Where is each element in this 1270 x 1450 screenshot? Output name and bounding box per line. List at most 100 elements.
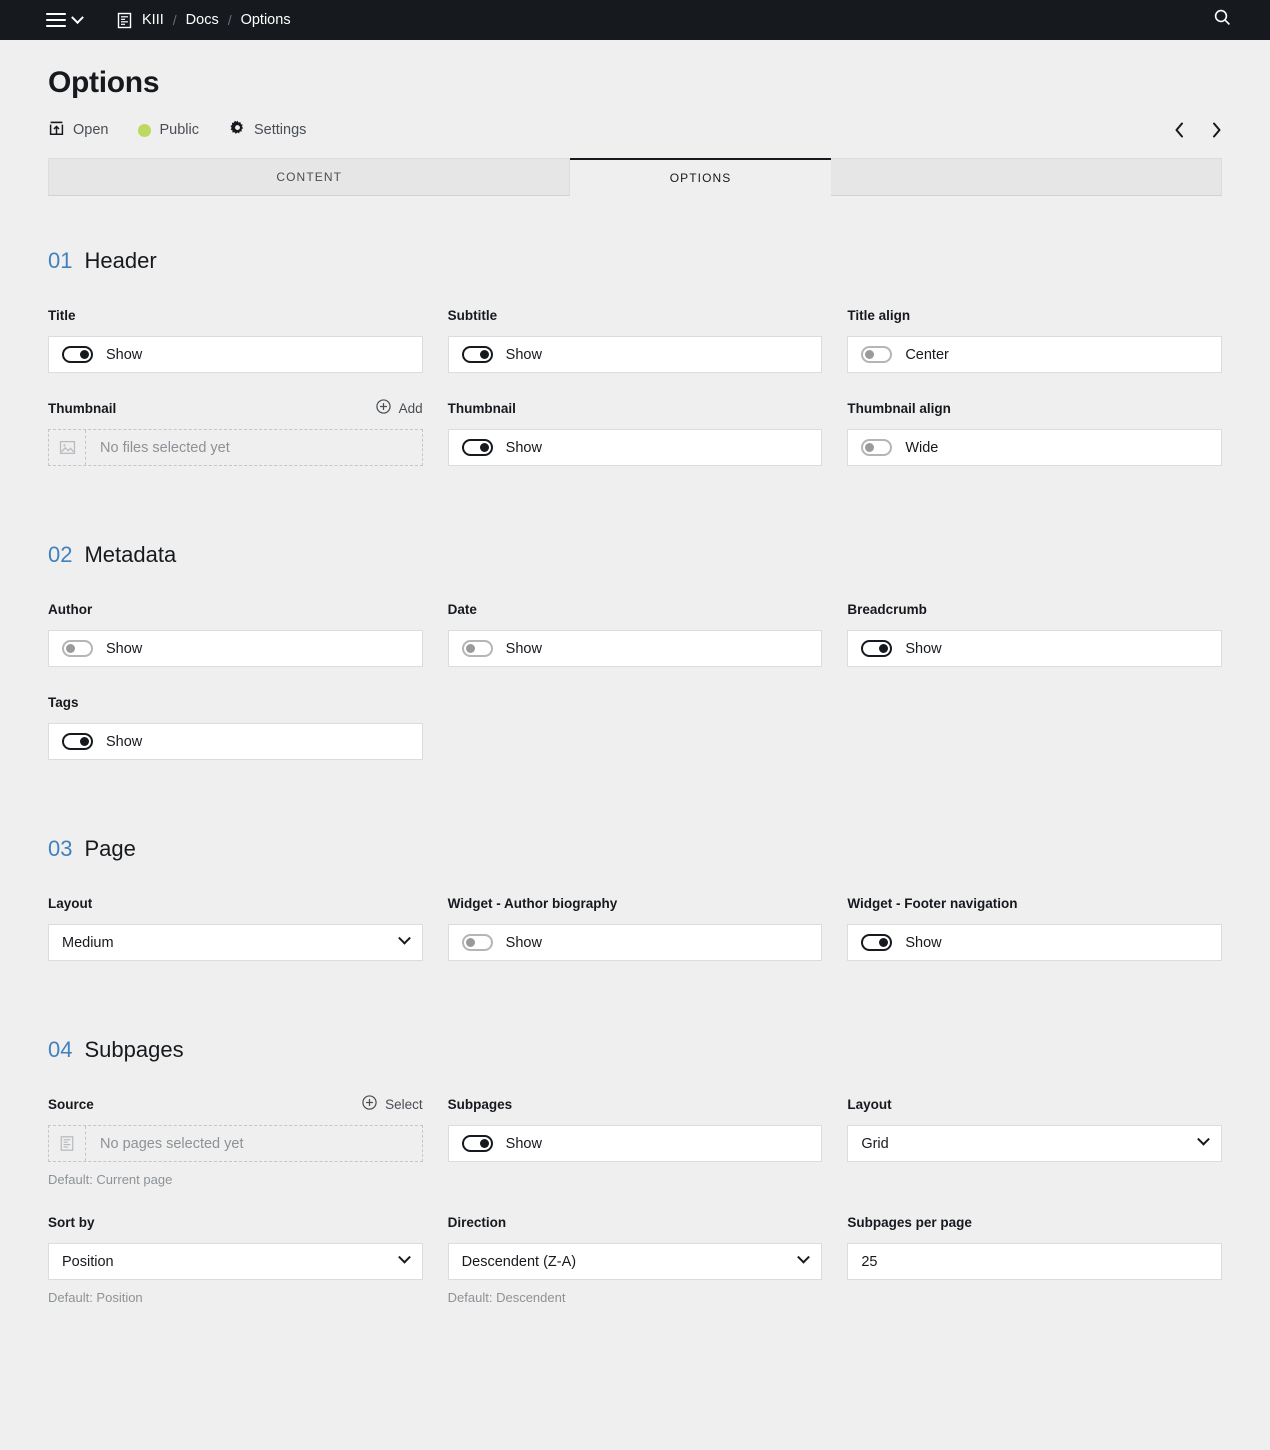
section-title: Page	[84, 836, 136, 861]
input-subpages-per-page[interactable]: 25	[847, 1243, 1222, 1280]
field-subtitle-head: Subtitle	[448, 304, 823, 326]
main-menu-button[interactable]	[40, 5, 88, 35]
toggle-switch-on-icon	[861, 934, 893, 951]
field-label: Date	[447, 601, 477, 617]
breadcrumb-item-options[interactable]: Options	[241, 12, 291, 28]
breadcrumb-item-docs[interactable]: Docs	[186, 12, 219, 28]
toggle-switch-off-icon	[861, 439, 893, 456]
toggle-title[interactable]: Show	[48, 336, 423, 373]
field-label: Subpages	[447, 1096, 513, 1112]
toggle-breadcrumb[interactable]: Show	[847, 630, 1222, 667]
plus-circle-icon	[375, 399, 391, 417]
tab-content[interactable]: CONTENT	[48, 158, 571, 196]
toggle-value: Show	[505, 934, 542, 951]
toggle-title-align[interactable]: Center	[847, 336, 1222, 373]
chevron-down-icon	[71, 10, 84, 24]
field-subpages-show: Subpages Show	[447, 1093, 823, 1187]
open-button[interactable]: Open	[48, 120, 108, 141]
section-subpages-heading: 04 Subpages	[48, 1037, 1222, 1063]
toggle-thumbnail-align[interactable]: Wide	[847, 429, 1222, 466]
chevron-down-icon	[397, 931, 411, 945]
field-help-sort-by: Default: Position	[48, 1290, 143, 1305]
toggle-value: Wide	[905, 439, 939, 456]
section-metadata-grid: Author Show Date Show Breadcrumb Show Ta…	[48, 598, 1222, 784]
tab-bar: CONTENT OPTIONS	[48, 158, 1222, 196]
toggle-subtitle[interactable]: Show	[447, 336, 823, 373]
hamburger-icon	[46, 9, 66, 31]
field-label: Thumbnail	[447, 400, 516, 416]
section-title: Header	[84, 248, 157, 273]
thumbnail-file-dropzone[interactable]: No files selected yet	[48, 429, 423, 466]
field-label: Subpages per page	[847, 1214, 972, 1230]
toggle-switch-on-icon	[62, 346, 93, 363]
toggle-switch-on-icon	[461, 1135, 493, 1152]
toggle-value: Show	[106, 640, 143, 657]
field-label: Direction	[447, 1214, 507, 1230]
field-sort-by-head: Sort by	[48, 1211, 423, 1233]
toggle-tags[interactable]: Show	[48, 723, 423, 760]
field-thumbnail-show: Thumbnail Show	[447, 397, 823, 466]
breadcrumb-item-site[interactable]: KIII	[142, 12, 164, 28]
toggle-thumbnail[interactable]: Show	[447, 429, 823, 466]
breadcrumb-separator: /	[227, 12, 232, 28]
toggle-switch-off-icon	[62, 640, 93, 657]
toggle-switch-off-icon	[861, 346, 893, 363]
field-title: Title Show	[48, 304, 423, 373]
select-page-layout[interactable]: Medium	[48, 924, 423, 961]
field-direction: Direction Descendent (Z-A) Default: Desc…	[447, 1211, 823, 1305]
section-number: 02	[48, 542, 73, 567]
field-thumbnail-align: Thumbnail align Wide	[847, 397, 1222, 466]
grid-spacer	[847, 691, 1222, 784]
toggle-date[interactable]: Show	[447, 630, 823, 667]
field-widget-footer-navigation-head: Widget - Footer navigation	[847, 892, 1222, 914]
image-icon	[49, 430, 86, 465]
toggle-value: Show	[505, 439, 542, 456]
toggle-widget-author-biography[interactable]: Show	[447, 924, 823, 961]
add-thumbnail-button[interactable]: Add	[375, 399, 423, 417]
select-source-button[interactable]: Select	[362, 1095, 423, 1113]
section-subpages: 04 Subpages Source Select No pages selec…	[48, 1037, 1222, 1329]
select-direction[interactable]: Descendent (Z-A)	[447, 1243, 823, 1280]
settings-label: Settings	[253, 122, 307, 138]
source-picker-dropzone[interactable]: No pages selected yet	[48, 1125, 423, 1162]
field-subpages-show-head: Subpages	[448, 1093, 823, 1115]
field-help-source: Default: Current page	[48, 1172, 173, 1187]
open-external-icon	[48, 120, 65, 141]
toggle-widget-footer-navigation[interactable]: Show	[847, 924, 1222, 961]
section-metadata: 02 Metadata Author Show Date Show Breadc…	[48, 542, 1222, 784]
search-button[interactable]	[1213, 8, 1254, 32]
select-sort-by[interactable]: Position	[48, 1243, 423, 1280]
field-source: Source Select No pages selected yet Defa…	[48, 1093, 423, 1187]
field-title-align: Title align Center	[847, 304, 1222, 373]
visibility-label: Public	[159, 122, 199, 138]
toggle-switch-off-icon	[461, 640, 493, 657]
field-subpages-per-page: Subpages per page 25	[847, 1211, 1222, 1305]
field-breadcrumb: Breadcrumb Show	[847, 598, 1222, 667]
field-page-layout: Layout Medium	[48, 892, 423, 961]
toggle-subpages[interactable]: Show	[447, 1125, 823, 1162]
field-widget-author-biography-head: Widget - Author biography	[448, 892, 823, 914]
select-subpages-layout[interactable]: Grid	[847, 1125, 1222, 1162]
page-icon	[116, 12, 133, 29]
settings-button[interactable]: Settings	[229, 120, 306, 141]
toggle-value: Show	[505, 640, 542, 657]
plus-circle-icon	[362, 1095, 377, 1113]
section-page-grid: Layout Medium Widget - Author biography …	[48, 892, 1222, 985]
visibility-status[interactable]: Public	[138, 122, 199, 138]
page-title: Options	[48, 66, 160, 99]
tab-content-label: CONTENT	[276, 170, 343, 184]
toggle-author[interactable]: Show	[48, 630, 423, 667]
toggle-switch-on-icon	[461, 346, 493, 363]
next-page-button[interactable]	[1211, 122, 1222, 138]
prev-page-button[interactable]	[1174, 122, 1185, 138]
input-value: 25	[861, 1253, 878, 1270]
select-value: Descendent (Z-A)	[461, 1253, 577, 1270]
top-bar-left: KIII / Docs / Options	[40, 5, 291, 35]
field-label: Breadcrumb	[847, 601, 927, 617]
field-label: Thumbnail	[48, 400, 117, 416]
tab-options[interactable]: OPTIONS	[570, 158, 831, 196]
field-label: Title align	[847, 307, 911, 323]
grid-spacer	[448, 691, 823, 784]
toggle-value: Show	[106, 733, 143, 750]
field-label: Author	[48, 601, 93, 617]
